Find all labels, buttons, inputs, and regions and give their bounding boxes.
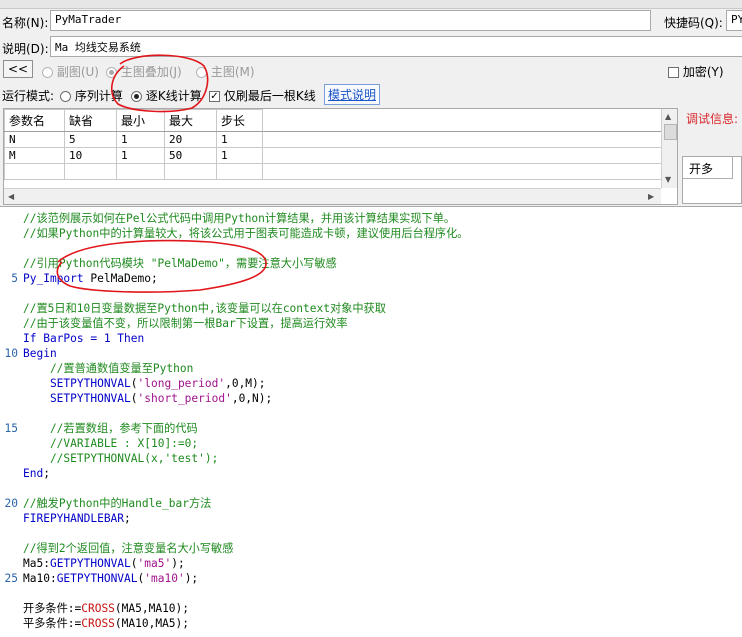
annotation-circle-mode <box>111 54 209 113</box>
annotation-circle-import <box>56 239 267 293</box>
annotation-overlay <box>56 54 267 293</box>
